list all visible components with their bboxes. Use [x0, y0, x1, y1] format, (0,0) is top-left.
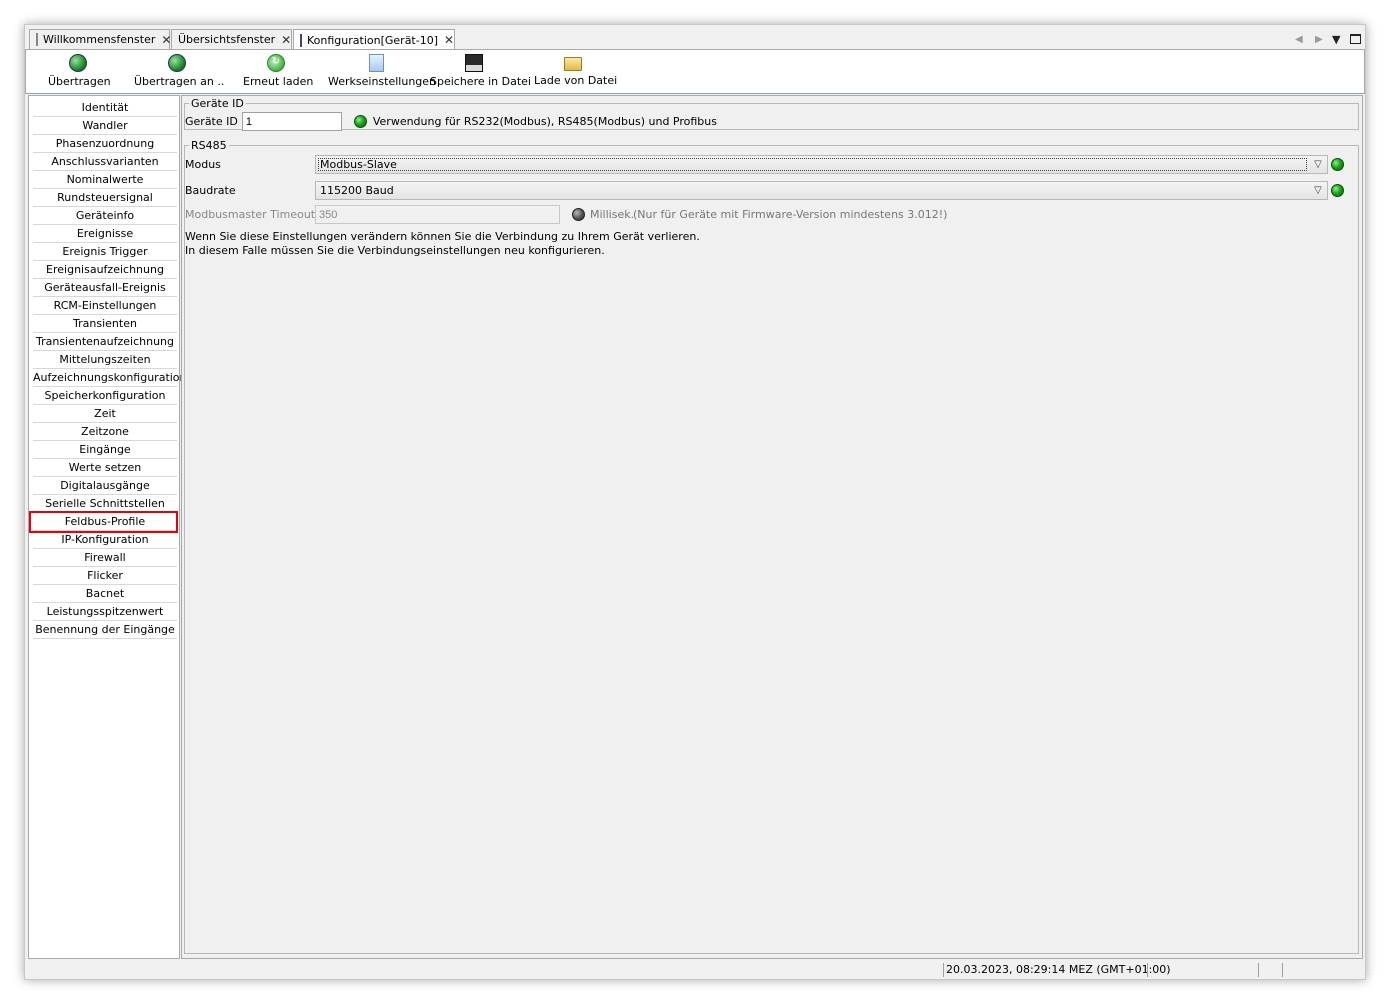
- sidebar: Identität Wandler Phasenzuordnung Anschluss…: [28, 95, 187, 959]
- tab-scroll-right-icon[interactable]: ▶: [1315, 29, 1323, 49]
- geraete-id-row: Geräte ID Verwendung für RS232(Modbus), …: [185, 112, 717, 131]
- focus-rectangle: [318, 158, 1307, 171]
- sidebar-item-ereignisaufzeichnung[interactable]: Ereignisaufzeichnung: [33, 262, 177, 279]
- sidebar-item-digitalausgaenge[interactable]: Digitalausgänge: [33, 478, 177, 495]
- geraete-id-label: Geräte ID: [185, 115, 238, 128]
- tab-willkommensfenster[interactable]: Willkommensfenster ✕: [29, 29, 171, 49]
- button-label: Übertragen an ..: [134, 75, 225, 88]
- maximize-icon[interactable]: [1350, 29, 1361, 49]
- sidebar-item-speicherkonfiguration[interactable]: Speicherkonfiguration: [33, 388, 177, 405]
- modus-label: Modus: [185, 158, 221, 171]
- device-config-icon: [300, 33, 302, 47]
- sidebar-item-bacnet[interactable]: Bacnet: [33, 586, 177, 603]
- baudrate-select[interactable]: 115200 Baud ▽: [315, 181, 1328, 200]
- tab-bar: Willkommensfenster ✕ Übersichtsfenster ✕…: [25, 29, 1365, 50]
- chevron-down-icon[interactable]: ▽: [1311, 156, 1325, 173]
- tab-uebersichtsfenster[interactable]: Übersichtsfenster ✕: [171, 29, 292, 49]
- group-title: RS485: [191, 139, 227, 152]
- status-separator: [1147, 963, 1148, 977]
- sidebar-item-serielle-schnittstellen[interactable]: Serielle Schnittstellen: [33, 496, 177, 513]
- timeout-status-led-icon: [572, 208, 585, 221]
- open-folder-icon: [564, 57, 582, 71]
- timeout-note: (Nur für Geräte mit Firmware-Version min…: [633, 208, 948, 221]
- document-icon: [36, 33, 38, 46]
- transfer-globe-icon: [69, 54, 87, 72]
- tab-label: Willkommensfenster: [43, 33, 156, 46]
- sidebar-item-werte-setzen[interactable]: Werte setzen: [33, 460, 177, 477]
- button-label: Erneut laden: [243, 75, 314, 88]
- sidebar-item-wandler[interactable]: Wandler: [33, 118, 177, 135]
- close-icon[interactable]: ✕: [161, 33, 171, 47]
- speichere-in-datei-button[interactable]: Speichere in Datei: [430, 52, 531, 90]
- timeout-label: Modbusmaster Timeout: [185, 208, 316, 221]
- status-separator: [1282, 963, 1283, 977]
- baudrate-label: Baudrate: [185, 184, 236, 197]
- status-separator: [943, 963, 944, 977]
- sidebar-item-ereignisse[interactable]: Ereignisse: [33, 226, 177, 243]
- sidebar-item-rcm-einstellungen[interactable]: RCM-Einstellungen: [33, 298, 177, 315]
- status-separator: [1258, 963, 1259, 977]
- sidebar-item-geraeteinfo[interactable]: Geräteinfo: [33, 208, 177, 225]
- sidebar-item-aufzeichnungskonfiguration[interactable]: Aufzeichnungskonfiguration: [33, 370, 187, 387]
- timeout-input: [315, 205, 560, 224]
- sidebar-item-eingaenge[interactable]: Eingänge: [33, 442, 177, 459]
- tab-scroll-left-icon[interactable]: ◀: [1295, 29, 1303, 49]
- rs485-group: RS485: [184, 139, 1359, 954]
- timeout-unit: Millisek.: [590, 208, 635, 221]
- sidebar-item-phasenzuordnung[interactable]: Phasenzuordnung: [33, 136, 177, 153]
- sidebar-item-nominalwerte[interactable]: Nominalwerte: [33, 172, 177, 189]
- main-panel: Geräte ID Geräte ID Verwendung für RS232…: [181, 95, 1363, 959]
- reload-icon: ↻: [267, 54, 285, 72]
- sidebar-item-mittelungszeiten[interactable]: Mittelungszeiten: [33, 352, 177, 369]
- sidebar-item-ereignis-trigger[interactable]: Ereignis Trigger: [33, 244, 177, 261]
- sidebar-item-feldbus-profile[interactable]: Feldbus-Profile: [33, 514, 177, 531]
- button-label: Übertragen: [48, 75, 111, 88]
- sidebar-item-firewall[interactable]: Firewall: [33, 550, 177, 567]
- sidebar-item-benennung-der-eingaenge[interactable]: Benennung der Eingänge: [33, 622, 177, 639]
- status-datetime: 20.03.2023, 08:29:14 MEZ (GMT+01:00): [946, 963, 1171, 976]
- lade-von-datei-button[interactable]: Lade von Datei: [534, 52, 618, 90]
- sidebar-item-zeitzone[interactable]: Zeitzone: [33, 424, 177, 441]
- factory-settings-icon: [368, 54, 384, 72]
- modus-status-led-icon: [1331, 158, 1344, 171]
- tab-konfiguration[interactable]: Konfiguration[Gerät-10] ✕: [293, 29, 455, 50]
- geraete-id-input[interactable]: [241, 112, 342, 131]
- uebertragen-button[interactable]: Übertragen: [48, 52, 111, 90]
- werkseinstellungen-button[interactable]: Werkseinstellungen: [328, 52, 437, 90]
- tab-label: Übersichtsfenster: [178, 33, 276, 46]
- sidebar-item-ip-konfiguration[interactable]: IP-Konfiguration: [33, 532, 177, 549]
- erneut-laden-button[interactable]: ↻ Erneut laden: [243, 52, 314, 90]
- uebertragen-an-button[interactable]: Übertragen an ..: [134, 52, 225, 90]
- button-label: Speichere in Datei: [430, 75, 531, 88]
- sidebar-item-transienten[interactable]: Transienten: [33, 316, 177, 333]
- geraete-id-info: Verwendung für RS232(Modbus), RS485(Modb…: [372, 115, 717, 128]
- application-window: Willkommensfenster ✕ Übersichtsfenster ✕…: [24, 24, 1366, 980]
- modus-select[interactable]: Modbus-Slave ▽: [315, 155, 1328, 174]
- warning-text-line2: In diesem Falle müssen Sie die Verbindun…: [185, 244, 605, 257]
- button-label: Werkseinstellungen: [328, 75, 437, 88]
- sidebar-item-flicker[interactable]: Flicker: [33, 568, 177, 585]
- status-bar: 20.03.2023, 08:29:14 MEZ (GMT+01:00): [25, 961, 1365, 979]
- close-icon[interactable]: ✕: [444, 33, 454, 47]
- baudrate-value: 115200 Baud: [320, 184, 394, 197]
- tab-list-dropdown-icon[interactable]: ▼: [1332, 29, 1340, 49]
- sidebar-item-anschlussvarianten[interactable]: Anschlussvarianten: [33, 154, 177, 171]
- sidebar-item-zeit[interactable]: Zeit: [33, 406, 177, 423]
- transfer-to-globe-icon: [168, 54, 186, 72]
- group-title: Geräte ID: [191, 97, 244, 110]
- button-label: Lade von Datei: [534, 74, 618, 87]
- sidebar-item-rundsteuersignal[interactable]: Rundsteuersignal: [33, 190, 177, 207]
- sidebar-item-identitaet[interactable]: Identität: [33, 100, 177, 117]
- baudrate-status-led-icon: [1331, 184, 1344, 197]
- toolbar: Übertragen Übertragen an .. ↻ Erneut lad…: [25, 49, 1365, 94]
- sidebar-item-geraeteausfall-ereignis[interactable]: Geräteausfall-Ereignis: [33, 280, 177, 297]
- save-disk-icon: [465, 54, 483, 72]
- sidebar-item-leistungsspitzenwert[interactable]: Leistungsspitzenwert: [33, 604, 177, 621]
- chevron-down-icon[interactable]: ▽: [1311, 182, 1325, 199]
- tab-label: Konfiguration[Gerät-10]: [307, 33, 439, 47]
- close-icon[interactable]: ✕: [281, 33, 291, 47]
- sidebar-item-transientenaufzeichnung[interactable]: Transientenaufzeichnung: [33, 334, 177, 351]
- status-led-icon: [353, 115, 367, 128]
- warning-text-line1: Wenn Sie diese Einstellungen verändern k…: [185, 230, 700, 243]
